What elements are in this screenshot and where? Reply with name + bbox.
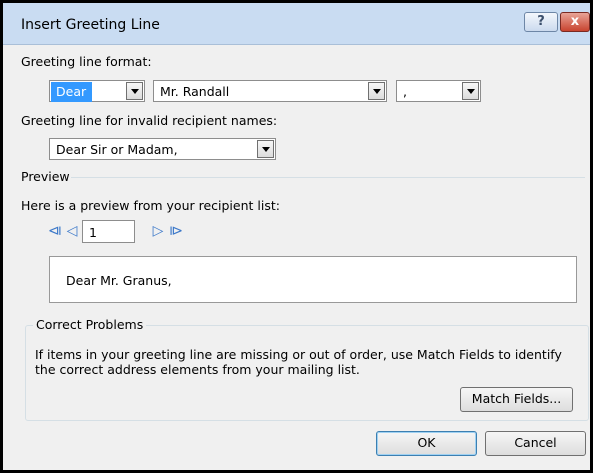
- match-fields-button[interactable]: Match Fields...: [460, 387, 573, 412]
- name-format-value: Mr. Randall: [160, 84, 230, 99]
- invalid-names-value: Dear Sir or Madam,: [56, 142, 178, 157]
- dialog-window: Insert Greeting Line ? x Greeting line f…: [0, 0, 593, 473]
- close-button[interactable]: x: [560, 12, 590, 32]
- preview-description: Here is a preview from your recipient li…: [21, 198, 280, 213]
- preview-box: Dear Mr. Granus,: [49, 256, 577, 303]
- preview-divider: [71, 177, 585, 178]
- punctuation-dropdown[interactable]: ,: [396, 80, 481, 102]
- record-number-input[interactable]: 1: [82, 220, 135, 243]
- salutation-dropdown[interactable]: Dear: [49, 80, 145, 102]
- name-format-dropdown[interactable]: Mr. Randall: [153, 80, 387, 102]
- invalid-names-label: Greeting line for invalid recipient name…: [21, 113, 278, 128]
- invalid-names-dropdown[interactable]: Dear Sir or Madam,: [49, 138, 276, 160]
- chevron-down-icon[interactable]: [257, 140, 274, 158]
- title-bar: Insert Greeting Line ? x: [3, 3, 590, 45]
- next-record-icon[interactable]: ▷: [151, 222, 165, 240]
- cancel-button[interactable]: Cancel: [485, 431, 586, 456]
- correct-problems-title: Correct Problems: [33, 317, 147, 332]
- correct-problems-message: If items in your greeting line are missi…: [35, 347, 562, 377]
- help-button[interactable]: ?: [524, 12, 558, 32]
- ok-button[interactable]: OK: [376, 431, 477, 456]
- chevron-down-icon[interactable]: [126, 82, 143, 100]
- chevron-down-icon[interactable]: [368, 82, 385, 100]
- dialog-title: Insert Greeting Line: [21, 17, 160, 33]
- salutation-value: Dear: [51, 82, 93, 102]
- last-record-icon[interactable]: ⧐: [169, 222, 183, 240]
- first-record-icon[interactable]: ⧏: [48, 222, 62, 240]
- chevron-down-icon[interactable]: [462, 82, 479, 100]
- punctuation-value: ,: [403, 84, 407, 99]
- preview-text: Dear Mr. Granus,: [66, 273, 172, 288]
- preview-section-label: Preview: [21, 169, 70, 184]
- previous-record-icon[interactable]: ◁: [65, 222, 79, 240]
- greeting-format-label: Greeting line format:: [21, 54, 152, 69]
